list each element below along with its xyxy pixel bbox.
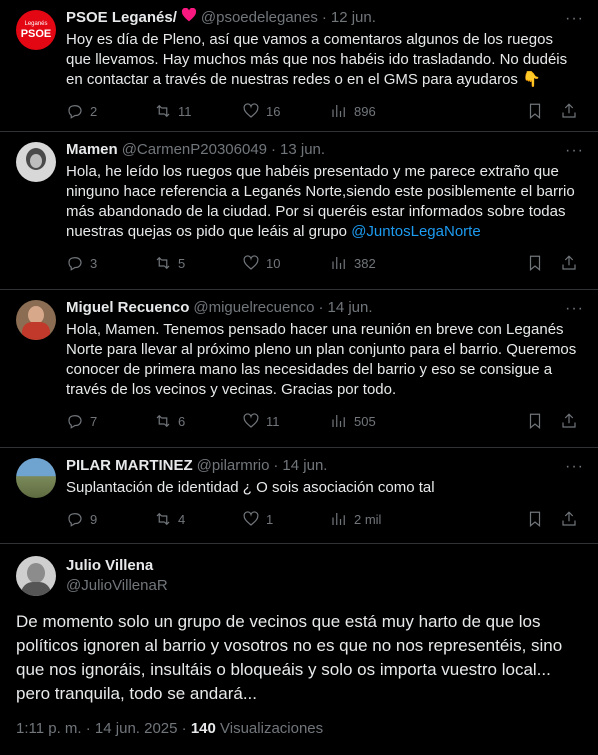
reply-button[interactable]: 7	[66, 412, 154, 430]
author-name[interactable]: PSOE Leganés/	[66, 8, 177, 28]
heart-emoji	[181, 7, 197, 28]
tweet[interactable]: Miguel Recuenco @miguelrecuenco · 14 jun…	[0, 290, 598, 448]
bookmark-icon[interactable]	[526, 102, 544, 120]
reply-icon	[68, 513, 82, 527]
tweet-text: Hola, he leído los ruegos que habéis pre…	[66, 163, 579, 240]
more-icon[interactable]: ···	[565, 300, 584, 318]
repost-button[interactable]: 6	[154, 412, 242, 430]
views-icon	[332, 257, 345, 269]
avatar[interactable]	[16, 556, 56, 596]
views-icon	[332, 105, 345, 117]
like-icon	[243, 413, 259, 428]
share-icon[interactable]	[560, 510, 578, 528]
tweet-text: Hola, Mamen. Tenemos pensado hacer una r…	[66, 321, 581, 398]
like-button[interactable]: 10	[242, 254, 330, 272]
views-icon	[332, 513, 345, 525]
author-name[interactable]: Mamen	[66, 140, 118, 160]
repost-icon	[156, 104, 170, 118]
tweet-date[interactable]: 12 jun.	[331, 8, 376, 28]
reply-button[interactable]: 9	[66, 510, 154, 528]
author-name[interactable]: Julio Villena	[66, 556, 168, 576]
main-tweet: Julio Villena @JulioVillenaR De momento …	[0, 544, 598, 737]
more-icon[interactable]: ···	[565, 10, 584, 28]
views-button[interactable]: 505	[330, 412, 430, 430]
author-handle[interactable]: @psoedeleganes	[201, 8, 318, 28]
tweet-text: Hoy es día de Pleno, así que vamos a com…	[66, 31, 572, 88]
tweet-actions: 7 6 11 505	[66, 404, 582, 438]
tweet-actions: 3 5 10 382	[66, 246, 582, 280]
mention-link[interactable]: @JuntosLegaNorte	[351, 223, 480, 240]
tweet-text: Suplantación de identidad ¿ O sois asoci…	[66, 479, 435, 496]
bookmark-icon[interactable]	[526, 412, 544, 430]
author-name[interactable]: Miguel Recuenco	[66, 298, 189, 318]
tweet-timestamp[interactable]: 1:11 p. m. · 14 jun. 2025 ·	[16, 720, 191, 737]
repost-icon	[156, 414, 170, 428]
tweet[interactable]: PILAR MARTINEZ @pilarmrio · 14 jun. Supl…	[0, 448, 598, 544]
like-icon	[243, 103, 259, 118]
views-count: 140	[190, 720, 216, 737]
repost-icon	[156, 512, 170, 526]
like-button[interactable]: 16	[242, 102, 330, 120]
repost-icon	[156, 256, 170, 270]
like-button[interactable]: 1	[242, 510, 330, 528]
views-icon	[332, 415, 345, 427]
author-name[interactable]: PILAR MARTINEZ	[66, 456, 193, 476]
more-icon[interactable]: ···	[565, 458, 584, 476]
share-icon[interactable]	[560, 254, 578, 272]
views-button[interactable]: 2 mil	[330, 510, 430, 528]
avatar[interactable]	[16, 300, 56, 340]
bookmark-icon[interactable]	[526, 254, 544, 272]
reply-icon	[68, 105, 82, 119]
reply-button[interactable]: 3	[66, 254, 154, 272]
bookmark-icon[interactable]	[526, 510, 544, 528]
tweet-text: De momento solo un grupo de vecinos que …	[16, 612, 567, 703]
tweet-date[interactable]: 14 jun.	[282, 456, 327, 476]
tweet-date[interactable]: 14 jun.	[327, 298, 372, 318]
views-button[interactable]: 382	[330, 254, 430, 272]
like-icon	[243, 511, 259, 526]
reply-button[interactable]: 2	[66, 102, 154, 120]
avatar[interactable]	[16, 142, 56, 182]
tweet-actions: 9 4 1 2 mil	[66, 502, 582, 536]
reply-icon	[68, 257, 82, 271]
tweet-meta: 1:11 p. m. · 14 jun. 2025 · 140 Visualiz…	[16, 720, 582, 737]
avatar[interactable]: Leganés PSOE	[16, 10, 56, 50]
views-label: Visualizaciones	[215, 720, 324, 737]
repost-button[interactable]: 11	[154, 102, 242, 120]
author-handle[interactable]: @miguelrecuenco	[193, 298, 314, 318]
author-handle[interactable]: @JulioVillenaR	[66, 576, 168, 596]
tweet[interactable]: Mamen @CarmenP20306049 · 13 jun. Hola, h…	[0, 132, 598, 290]
author-handle[interactable]: @CarmenP20306049	[122, 140, 267, 160]
share-icon[interactable]	[560, 102, 578, 120]
share-icon[interactable]	[560, 412, 578, 430]
avatar[interactable]	[16, 458, 56, 498]
tweet-date[interactable]: 13 jun.	[280, 140, 325, 160]
views-button[interactable]: 896	[330, 102, 430, 120]
like-icon	[243, 255, 259, 270]
tweet[interactable]: Leganés PSOE PSOE Leganés/ @psoedelegane…	[0, 0, 598, 132]
repost-button[interactable]: 4	[154, 510, 242, 528]
author-handle[interactable]: @pilarmrio	[197, 456, 270, 476]
more-icon[interactable]: ···	[565, 142, 584, 160]
reply-icon	[68, 415, 82, 429]
tweet-actions: 2 11 16 896	[66, 94, 582, 128]
like-button[interactable]: 11	[242, 412, 330, 430]
repost-button[interactable]: 5	[154, 254, 242, 272]
